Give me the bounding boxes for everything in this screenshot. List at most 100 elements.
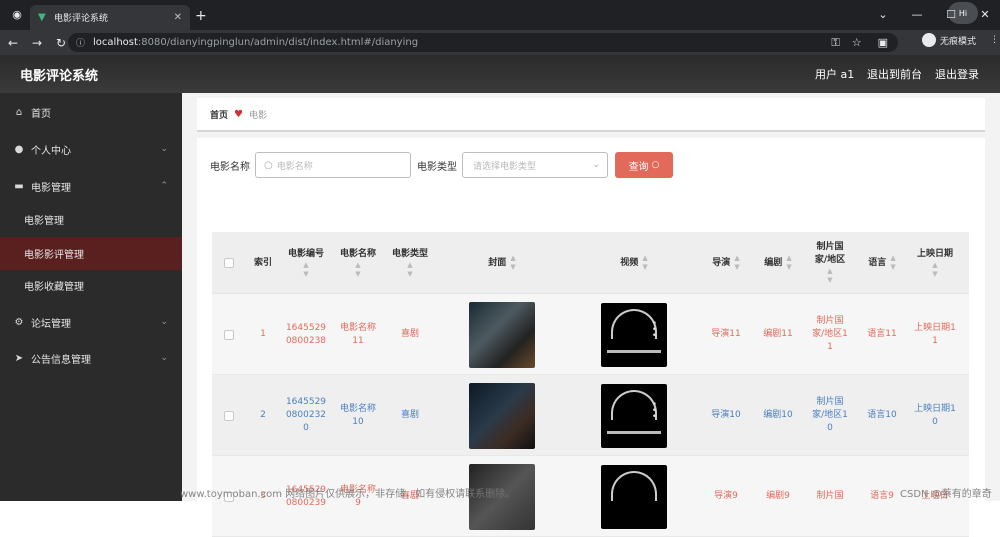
col-index-label: 索引 xyxy=(253,257,272,268)
cell-country: 制片国家/地区11 xyxy=(812,316,848,352)
cell-release: 上映日期11 xyxy=(914,322,956,346)
sort-icon[interactable]: ▲ ▼ xyxy=(890,254,895,272)
select-all-checkbox[interactable] xyxy=(224,258,234,268)
back-to-front-link[interactable]: 退出到前台 xyxy=(867,66,922,82)
key-icon[interactable]: ⚿ xyxy=(831,36,839,50)
cell-index: 1 xyxy=(260,329,266,339)
movie-type-placeholder: 请选择电影类型 xyxy=(473,161,537,172)
browser-tab[interactable]: ▼ 电影评论系统 ✕ xyxy=(30,5,190,30)
col-code[interactable]: 电影编号 ▲ ▼ xyxy=(280,232,332,294)
logout-link[interactable]: 退出登录 xyxy=(935,66,979,82)
sort-icon[interactable]: ▲ ▼ xyxy=(510,254,515,272)
cell-type: 喜剧 xyxy=(400,410,419,420)
col-type[interactable]: 电影类型 ▲ ▼ xyxy=(384,232,436,294)
col-director[interactable]: 导演 ▲ ▼ xyxy=(700,232,752,294)
minimize-icon[interactable]: — xyxy=(910,8,924,21)
video-loading-arc xyxy=(611,389,657,420)
sidebar-item-personal[interactable]: ● 个人中心 ⌄ xyxy=(0,131,182,167)
sort-icon[interactable]: ▲ ▼ xyxy=(932,261,937,279)
col-country-label-2: 家/地区 xyxy=(814,255,846,265)
cover-image[interactable] xyxy=(469,382,535,449)
col-cover[interactable]: 封面 ▲ ▼ xyxy=(436,232,568,294)
col-release[interactable]: 上映日期 ▲ ▼ xyxy=(908,232,962,294)
col-name[interactable]: 电影名称 ▲ ▼ xyxy=(332,232,384,294)
heart-icon: ♥ xyxy=(234,108,243,120)
gear-icon: ⚙ xyxy=(14,316,24,328)
video-more-icon[interactable]: • • • xyxy=(652,400,657,421)
row-checkbox[interactable] xyxy=(224,329,234,340)
home-icon: ⌂ xyxy=(15,106,23,118)
watermark-right: CSDN @蔡有的章奇 xyxy=(900,489,992,500)
col-index: 索引 xyxy=(246,232,280,294)
breadcrumb-current: 电影 xyxy=(248,110,267,121)
omnibox-actions: ⚿ ☆ ▣ xyxy=(831,36,888,50)
star-icon[interactable]: ☆ xyxy=(852,36,862,50)
sort-icon[interactable]: ▲ ▼ xyxy=(827,267,832,285)
sort-icon[interactable]: ▲ ▼ xyxy=(355,261,360,279)
sidebar-sub-favorite[interactable]: 电影收藏管理 xyxy=(0,269,182,302)
col-video[interactable]: 视频 ▲ ▼ xyxy=(568,232,700,294)
app-title: 电影评论系统 xyxy=(20,69,99,84)
sidebar-item-label: 公告信息管理 xyxy=(31,354,91,366)
sort-icon[interactable]: ▲ ▼ xyxy=(734,254,739,272)
chevron-down-icon[interactable]: ⌄ xyxy=(876,8,890,21)
table-row[interactable]: 2 16455290800232 0 电影名称10 喜剧 • • • 导演10 编剧… xyxy=(212,375,969,456)
col-video-label: 视频 xyxy=(620,257,639,268)
sidebar-item-notice[interactable]: ➤ 公告信息管理 ⌄ xyxy=(0,340,182,376)
video-player[interactable]: • • • xyxy=(601,302,667,367)
cover-image[interactable] xyxy=(469,301,535,368)
sidebar: ⌂ 首页 ● 个人中心 ⌄ ▬ 电影管理 ⌃ 电影管理 电影影评管理 电影收藏管… xyxy=(0,93,182,501)
col-language[interactable]: 语言 ▲ ▼ xyxy=(856,232,908,294)
breadcrumb-home[interactable]: 首页 xyxy=(210,108,228,121)
sidebar-item-label: 个人中心 xyxy=(31,145,71,157)
tab-close-icon[interactable]: ✕ xyxy=(174,12,182,23)
cell-language: 语言11 xyxy=(867,329,897,339)
close-icon[interactable]: ✕ xyxy=(978,8,992,21)
video-player[interactable]: • • • xyxy=(601,383,667,448)
sort-icon[interactable]: ▲ ▼ xyxy=(786,254,791,272)
video-progress-bar[interactable] xyxy=(607,349,661,353)
sidebar-item-forum[interactable]: ⚙ 论坛管理 ⌄ xyxy=(0,304,182,340)
video-more-icon[interactable]: • • • xyxy=(652,319,657,340)
incognito-label: 无痕模式 xyxy=(940,36,977,47)
sidebar-item-label: 论坛管理 xyxy=(31,318,71,330)
movie-name-input[interactable]: ○ 电影名称 xyxy=(255,152,411,178)
col-director-label: 导演 xyxy=(712,257,731,268)
current-user: 用户 a1 xyxy=(815,68,855,81)
new-tab-icon[interactable]: + xyxy=(195,9,207,23)
sort-icon[interactable]: ▲ ▼ xyxy=(642,254,647,272)
vue-favicon-icon: ▼ xyxy=(38,11,46,23)
address-bar[interactable]: ⓘ localhost :8080/dianyingpinglun/admin/… xyxy=(68,33,898,52)
query-button[interactable]: 查询 ○ xyxy=(615,152,673,178)
col-writer[interactable]: 编剧 ▲ ▼ xyxy=(752,232,804,294)
video-loading-arc xyxy=(611,308,657,339)
cell-writer: 编剧11 xyxy=(763,329,793,339)
sort-icon[interactable]: ▲ ▼ xyxy=(407,261,412,279)
sidebar-sub-movie[interactable]: 电影管理 xyxy=(0,203,182,236)
forward-icon[interactable]: → xyxy=(26,36,48,50)
sort-icon[interactable]: ▲ ▼ xyxy=(303,261,308,279)
sidepanel-icon[interactable]: ▣ xyxy=(878,36,888,50)
content-panel: 电影名称 ○ 电影名称 电影类型 请选择电影类型 ⌄ 查询 ○ 索引 电影编号 ▲… xyxy=(197,138,985,537)
col-country[interactable]: 制片国 家/地区 ▲ ▼ xyxy=(804,232,856,294)
sidebar-sub-review[interactable]: 电影影评管理 xyxy=(0,237,182,270)
incognito-indicator[interactable]: 无痕模式 ⋮ xyxy=(922,33,999,47)
video-progress-bar[interactable] xyxy=(607,430,661,434)
chevron-down-icon: ⌄ xyxy=(160,144,168,154)
table-row[interactable]: 1 16455290800238 电影名称11 喜剧 • • • 导演11 编剧11… xyxy=(212,294,969,375)
back-icon[interactable]: ← xyxy=(2,36,24,50)
movie-type-select[interactable]: 请选择电影类型 ⌄ xyxy=(462,152,608,178)
browser-chrome: ◉ ▼ 电影评论系统 ✕ + Hi ⌄ — ☐ ✕ ← → ↻ ⓘ localh… xyxy=(0,0,1000,55)
row-checkbox[interactable] xyxy=(224,410,234,421)
search-icon: ○ xyxy=(264,159,273,171)
info-icon[interactable]: ⓘ xyxy=(76,36,85,49)
sidebar-item-home[interactable]: ⌂ 首页 xyxy=(0,94,182,130)
more-menu-icon[interactable]: ⋮ xyxy=(990,35,999,45)
maximize-icon[interactable]: ☐ xyxy=(944,8,958,21)
browser-menu-icon[interactable]: ◉ xyxy=(6,8,28,21)
cell-country: 制片国家/地区10 xyxy=(812,397,848,433)
row-select-cell xyxy=(212,294,246,375)
movie-type-label: 电影类型 xyxy=(417,162,457,173)
col-cover-label: 封面 xyxy=(488,257,507,268)
sidebar-item-movie-management[interactable]: ▬ 电影管理 ⌃ xyxy=(0,168,182,204)
